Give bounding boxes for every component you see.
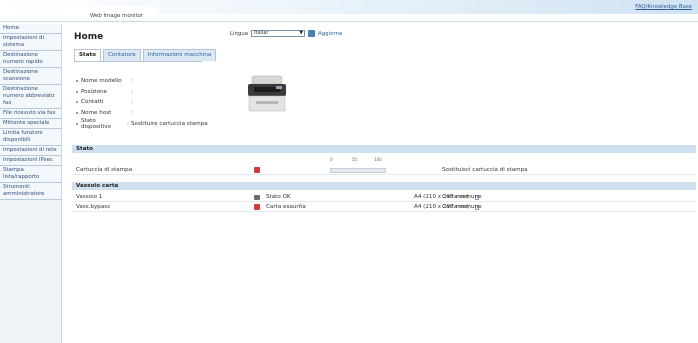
sidebar-item-scan-destination[interactable]: Destinazione scansione [0,68,61,85]
device-info: Nome modello : Posizione : Contatti : No… [76,76,208,130]
sidebar-item-print-list[interactable]: Stampa lista/rapporto [0,166,61,183]
language-selector: Lingua Italiar ▼ Aggiorna [230,30,342,37]
info-contacts: Contatti : [76,97,208,108]
colon: : [131,78,133,85]
tray-ok-icon [254,194,260,200]
sidebar: Home Impostazioni di sistema Destinazion… [0,24,62,343]
tray-type: Carta comune [442,204,482,210]
sidebar-item-speed-dial-fax[interactable]: Destinazione numero abbreviato fax [0,85,61,109]
tray-row: Vassoio 1 Stato OK A4 (210 x 297 mm) Car… [72,192,696,202]
main-content: Home Lingua Italiar ▼ Aggiorna Stato Con… [62,24,698,343]
sidebar-item-special-sender[interactable]: Mittente speciale [0,119,61,129]
bullet-icon [76,80,78,83]
tray-name: Vassoio 1 [76,194,103,200]
position-label: Posizione [81,88,107,95]
contacts-label: Contatti [81,99,104,106]
chevron-down-icon: ▼ [299,30,304,36]
sidebar-item-ipsec-settings[interactable]: Impostazioni IPsec [0,156,61,166]
bullet-icon [76,101,78,104]
tab-bar: Stato Contatore Informazioni macchina [74,49,217,61]
sidebar-item-quick-dial-destination[interactable]: Destinazione numero rapido [0,51,61,68]
colon: : [131,99,133,106]
bullet-icon [76,112,78,115]
tray-warning-icon [254,204,260,210]
model-label: Nome modello [81,78,122,85]
refresh-link[interactable]: Aggiorna [318,31,342,37]
scale-100: 100 [374,157,382,162]
sidebar-item-system-settings[interactable]: Impostazioni di sistema [0,34,61,51]
cartridge-status: Sostituisci cartuccia di stampa [442,167,528,173]
paper-tray-section-header: Vassoio carta [72,182,696,190]
cartridge-label: Cartuccia di stampa [76,167,133,173]
header: Web Image monitor FAQ/Knowledge Base [0,0,698,22]
tab-underline [74,61,202,62]
info-position: Posizione : [76,87,208,98]
faq-link[interactable]: FAQ/Knowledge Base [635,4,692,10]
tray-row: Vass.bypass Carta esaurita A4 (210 x 297… [72,202,696,212]
sidebar-item-network-settings[interactable]: Impostazioni di rete [0,146,61,156]
host-label: Nome host [81,110,112,117]
app-title: Web Image monitor [90,13,144,19]
cartridge-row: Cartuccia di stampa Sostituisci cartucci… [72,165,696,175]
language-value: Italiar [254,30,269,36]
refresh-icon[interactable] [308,30,316,37]
info-model: Nome modello : [76,76,208,87]
device-status-label: Stato dispositivo [81,117,111,130]
bullet-icon [76,90,78,93]
tray-name: Vass.bypass [76,204,111,210]
sidebar-item-restrict-functions[interactable]: Limita funzioni disponibili [0,129,61,146]
colon: : [131,88,133,95]
tab-status[interactable]: Stato [74,49,101,61]
scale-50: 50 [351,157,357,162]
tray-status: Stato OK [266,194,291,200]
tab-machine-info[interactable]: Informazioni macchina [142,49,217,61]
cartridge-level-bar [330,168,386,173]
cartridge-scale: 0 50 100 [330,157,390,162]
language-label: Lingua [230,30,249,37]
sidebar-item-received-fax[interactable]: File ricevuto via fax [0,109,61,119]
status-section-header: Stato [72,145,696,153]
sidebar-item-admin-tools[interactable]: Strumenti amministratore [0,183,61,200]
warning-icon [254,167,260,173]
tab-counter[interactable]: Contatore [103,49,141,61]
info-device-status: Stato dispositivo : Sostituire cartuccia… [76,117,208,130]
header-divider [0,21,698,22]
device-status-value: Sostituire cartuccia stampa [131,120,208,127]
page-title: Home [74,32,104,42]
colon: : [131,110,133,117]
sidebar-item-home[interactable]: Home [0,24,61,34]
scale-0: 0 [330,157,333,162]
tray-status: Carta esaurita [266,204,306,210]
bullet-icon [76,122,78,125]
printer-image [248,75,286,112]
tray-type: Carta comune [442,194,482,200]
language-dropdown[interactable]: Italiar ▼ [251,30,306,37]
